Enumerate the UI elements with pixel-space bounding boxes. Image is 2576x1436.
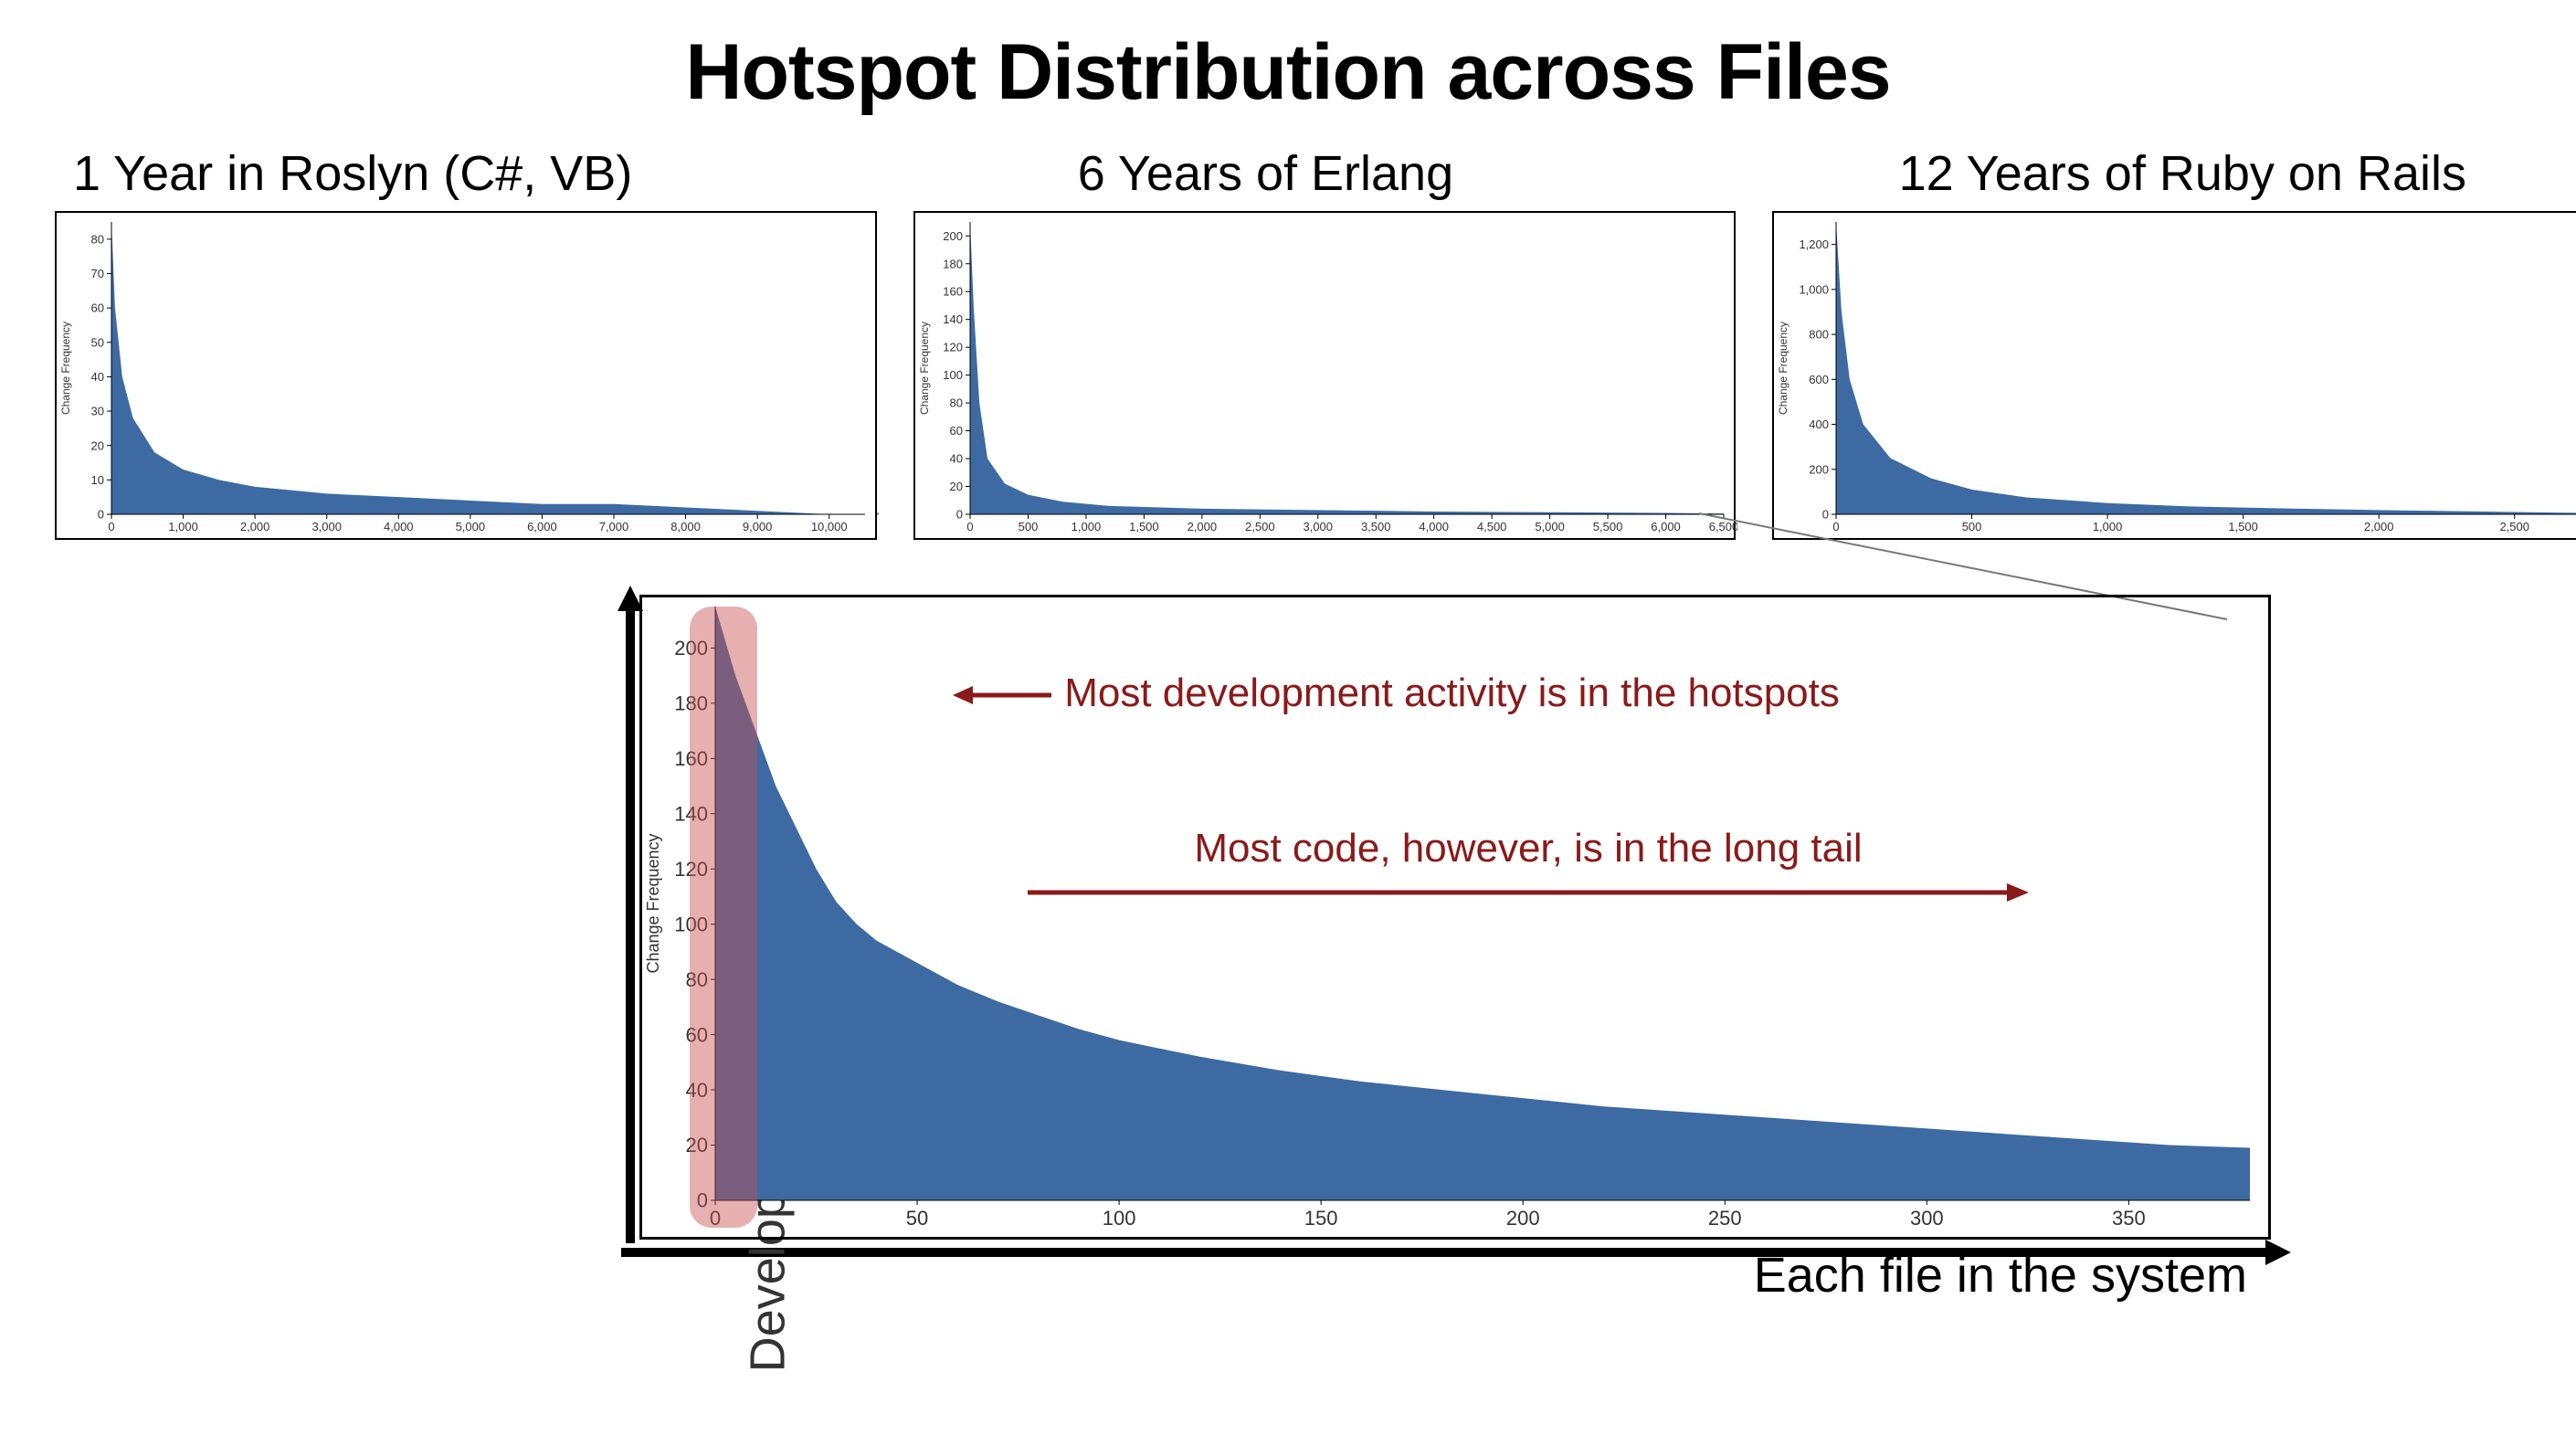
svg-text:40: 40 xyxy=(91,370,104,384)
svg-text:800: 800 xyxy=(1809,328,1829,342)
chart-rails: Change Frequency05001,0001,5002,0002,500… xyxy=(1772,211,2576,540)
svg-text:10,000: 10,000 xyxy=(811,520,848,533)
svg-text:Change Frequency: Change Frequency xyxy=(644,833,662,973)
svg-text:200: 200 xyxy=(1809,462,1829,476)
svg-text:300: 300 xyxy=(1910,1207,1944,1230)
svg-text:1,200: 1,200 xyxy=(1799,238,1829,251)
svg-text:60: 60 xyxy=(91,301,104,315)
svg-text:2,500: 2,500 xyxy=(2499,520,2529,533)
svg-text:40: 40 xyxy=(950,452,963,466)
svg-text:50: 50 xyxy=(906,1207,928,1230)
svg-text:1,000: 1,000 xyxy=(1799,282,1829,296)
chart-erlang: Change Frequency05001,0001,5002,0002,500… xyxy=(913,211,1736,540)
subtitle-rails: 12 Years of Ruby on Rails xyxy=(1899,145,2466,202)
svg-text:120: 120 xyxy=(943,341,963,354)
small-panels-row: Change Frequency 0 1,000 2,000 3,000 4,000 5,0… xyxy=(37,202,2539,540)
page-title: Hotspot Distribution across Files xyxy=(37,27,2539,118)
svg-text:100: 100 xyxy=(1103,1207,1136,1230)
subtitle-erlang: 6 Years of Erlang xyxy=(1078,145,1453,202)
svg-text:400: 400 xyxy=(1809,417,1829,431)
big-chart-wrap: Development Activity Change Frequency050… xyxy=(548,595,2265,1240)
svg-text:160: 160 xyxy=(943,285,963,299)
svg-text:60: 60 xyxy=(950,424,963,438)
subtitle-row: 1 Year in Roslyn (C#, VB) 6 Years of Erl… xyxy=(37,145,2539,202)
annotation-hotspots-text: Most development activity is in the hots… xyxy=(1064,670,1840,715)
svg-text:350: 350 xyxy=(2112,1207,2146,1230)
svg-text:180: 180 xyxy=(943,257,963,270)
subtitle-roslyn: 1 Year in Roslyn (C#, VB) xyxy=(73,145,632,202)
svg-text:80: 80 xyxy=(91,232,104,246)
svg-text:10: 10 xyxy=(91,473,104,487)
svg-text:70: 70 xyxy=(91,267,104,280)
arrow-left-icon xyxy=(953,677,1053,713)
svg-text:20: 20 xyxy=(91,438,104,452)
annotation-hotspots: Most development activity is in the hots… xyxy=(953,670,1840,716)
svg-text:150: 150 xyxy=(1304,1207,1338,1230)
svg-text:600: 600 xyxy=(1809,373,1829,386)
svg-text:6,000: 6,000 xyxy=(527,520,557,533)
svg-text:200: 200 xyxy=(943,229,963,243)
big-xlabel: Each file in the system xyxy=(1754,1247,2247,1304)
arrow-right-icon xyxy=(1026,879,2031,906)
svg-text:200: 200 xyxy=(1506,1207,1540,1230)
svg-text:30: 30 xyxy=(91,405,104,418)
svg-text:5,000: 5,000 xyxy=(456,520,486,533)
svg-text:100: 100 xyxy=(943,368,963,382)
chart-roslyn: Change Frequency 0 1,000 2,000 3,000 4,000 5,0… xyxy=(55,211,877,540)
svg-text:80: 80 xyxy=(950,396,963,410)
svg-text:2,000: 2,000 xyxy=(2364,520,2394,533)
svg-text:8,000: 8,000 xyxy=(670,520,701,533)
svg-text:3,000: 3,000 xyxy=(311,520,342,533)
annotation-longtail: Most code, however, is in the long tail xyxy=(1026,826,2031,906)
svg-text:9,000: 9,000 xyxy=(743,520,773,533)
svg-text:0: 0 xyxy=(108,520,114,533)
hotspot-highlight xyxy=(690,607,757,1228)
svg-text:1,000: 1,000 xyxy=(168,520,198,533)
svg-text:7,000: 7,000 xyxy=(599,520,629,533)
annotation-longtail-text: Most code, however, is in the long tail xyxy=(1026,826,2031,871)
svg-text:0: 0 xyxy=(98,508,104,522)
svg-text:Change Frequency: Change Frequency xyxy=(59,322,72,415)
svg-text:250: 250 xyxy=(1708,1207,1742,1230)
svg-text:20: 20 xyxy=(950,480,963,493)
svg-text:2,000: 2,000 xyxy=(240,520,270,533)
chart-erlang-zoom: Change Frequency050100150200250300350020… xyxy=(639,595,2271,1240)
svg-text:Change Frequency: Change Frequency xyxy=(1777,322,1789,415)
svg-text:50: 50 xyxy=(91,335,104,349)
svg-text:140: 140 xyxy=(943,312,963,326)
svg-text:Change Frequency: Change Frequency xyxy=(918,322,931,415)
svg-text:4,000: 4,000 xyxy=(384,520,414,533)
